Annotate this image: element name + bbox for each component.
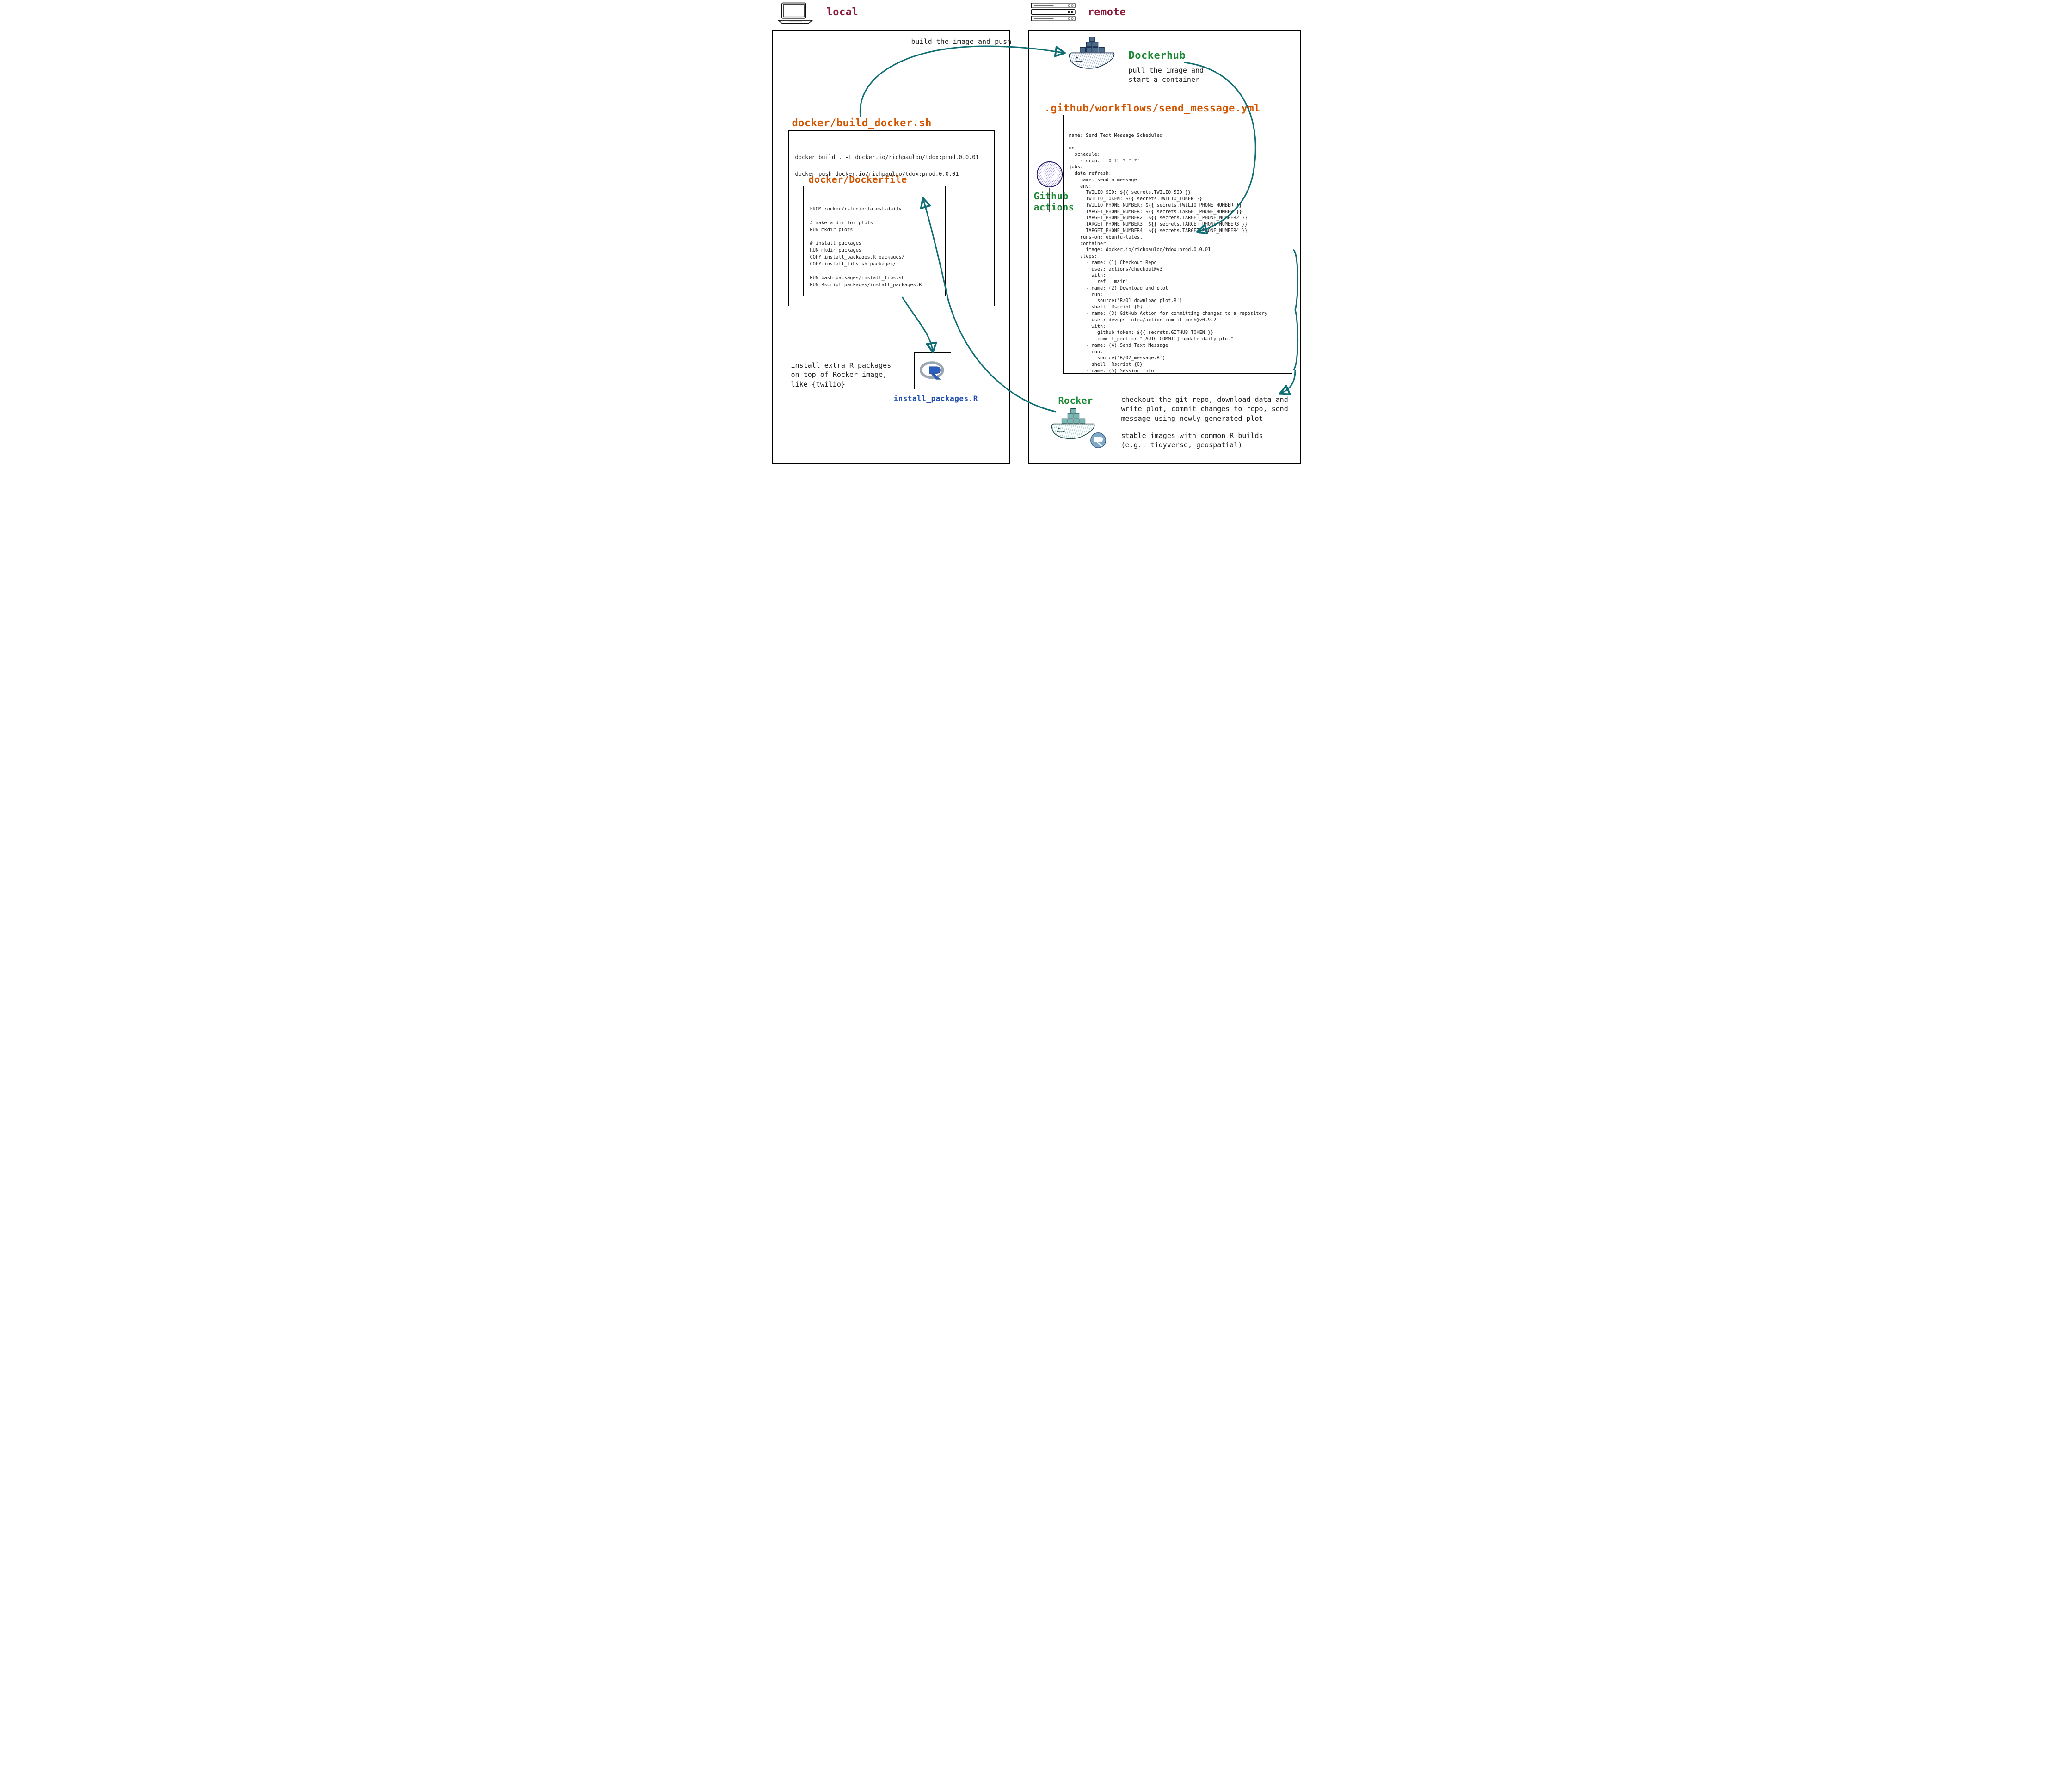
remote-heading: remote	[1088, 6, 1126, 18]
workflow-code-text: name: Send Text Message Scheduled on: sc…	[1069, 133, 1286, 374]
workflow-heading: .github/workflows/send_message.yml	[1045, 103, 1260, 114]
r-logo-box	[914, 352, 951, 389]
dockerfile-code: FROM rocker/rstudio:latest-daily # make …	[803, 186, 946, 296]
install-packages-heading: install_packages.R	[894, 394, 978, 403]
github-actions-l2: actions	[1034, 202, 1075, 213]
install-extra-caption: install extra R packages on top of Rocke…	[791, 361, 892, 389]
rocker-heading: Rocker	[1058, 395, 1093, 406]
build-docker-heading: docker/build_docker.sh	[792, 117, 932, 129]
pull-start-caption: pull the image and start a container	[1129, 66, 1204, 85]
dockerhub-heading: Dockerhub	[1129, 50, 1186, 62]
laptop-icon	[775, 2, 816, 25]
github-actions-heading: Github actions	[1034, 191, 1066, 213]
rocker-desc: stable images with common R builds (e.g.…	[1121, 431, 1263, 450]
github-octocat-icon	[1036, 161, 1063, 188]
dockerfile-heading: docker/Dockerfile	[809, 174, 907, 185]
server-icon	[1029, 1, 1078, 26]
github-actions-l1: Github	[1034, 191, 1069, 202]
local-heading: local	[827, 6, 859, 18]
dockerfile-code-text: FROM rocker/rstudio:latest-daily # make …	[810, 206, 939, 289]
r-badge-icon	[1090, 432, 1107, 449]
dockerhub-whale-icon	[1067, 36, 1118, 73]
build-push-caption: build the image and push	[911, 37, 1012, 46]
workflow-code: name: Send Text Message Scheduled on: sc…	[1063, 115, 1292, 374]
r-logo-icon	[919, 357, 946, 384]
diagram-canvas: local remote build the image and push	[763, 0, 1309, 476]
checkout-desc: checkout the git repo, download data and…	[1121, 395, 1288, 423]
